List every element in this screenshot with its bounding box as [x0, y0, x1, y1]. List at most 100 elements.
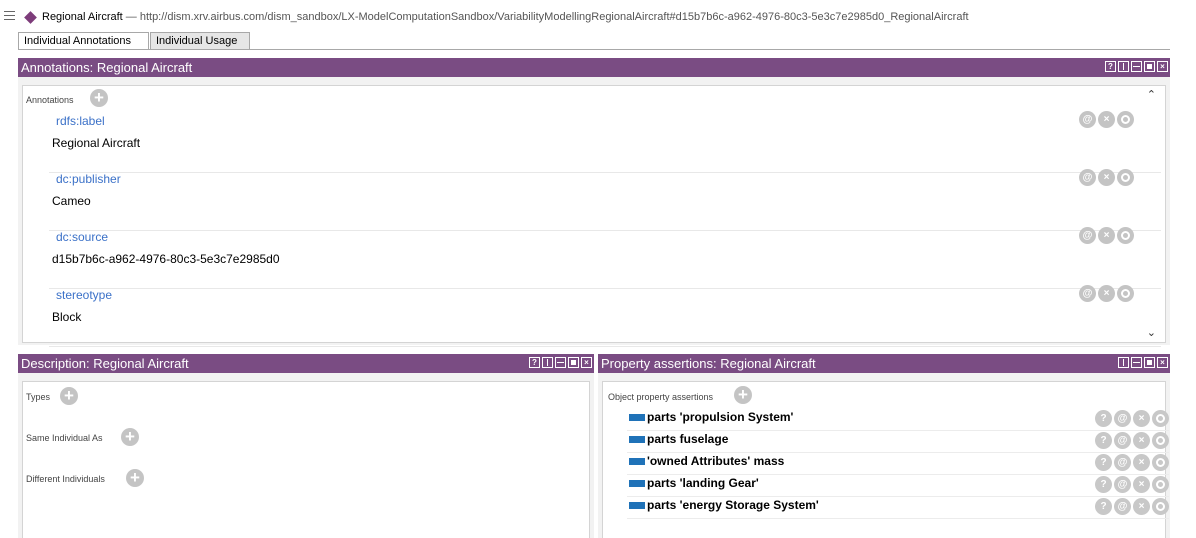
maximize-icon[interactable]: [568, 357, 579, 368]
close-icon[interactable]: ×: [581, 357, 592, 368]
edit-icon[interactable]: [1152, 498, 1169, 515]
annotation-actions: @ ×: [1079, 227, 1134, 244]
edit-icon[interactable]: [1152, 454, 1169, 471]
object-property-row: parts 'propulsion System' ? @ ×: [627, 408, 1169, 431]
assertion-actions: ? @ ×: [1095, 432, 1169, 449]
delete-icon[interactable]: ×: [1098, 285, 1115, 302]
delete-icon[interactable]: ×: [1133, 454, 1150, 471]
tab-divider: [18, 49, 1170, 50]
view-title: Annotations: Regional Aircraft: [21, 60, 193, 75]
annotate-icon[interactable]: @: [1079, 227, 1096, 244]
delete-icon[interactable]: ×: [1133, 410, 1150, 427]
edit-icon[interactable]: [1152, 432, 1169, 449]
split-vertical-icon[interactable]: [1118, 61, 1129, 72]
annotation-property[interactable]: dc:source: [56, 230, 108, 244]
property-assertions-body: Object property assertions + parts 'prop…: [602, 381, 1169, 538]
add-annotation-icon[interactable]: +: [90, 89, 108, 107]
add-same-individual-icon[interactable]: +: [121, 428, 139, 446]
close-icon[interactable]: ×: [1157, 357, 1168, 368]
annotation-property[interactable]: stereotype: [56, 288, 112, 302]
description-view: Description: Regional Aircraft ? × Types…: [18, 354, 594, 538]
explain-icon[interactable]: ?: [1095, 476, 1112, 493]
maximize-icon[interactable]: [1144, 357, 1155, 368]
object-property-row: parts 'energy Storage System' ? @ ×: [627, 496, 1169, 519]
split-horizontal-icon[interactable]: [1131, 357, 1142, 368]
annotate-icon[interactable]: @: [1114, 410, 1131, 427]
annotate-icon[interactable]: @: [1114, 432, 1131, 449]
scroll-down-icon[interactable]: ⌄: [1147, 326, 1156, 339]
individual-iri: — http://dism.xrv.airbus.com/dism_sandbo…: [125, 11, 969, 23]
annotate-icon[interactable]: @: [1114, 498, 1131, 515]
object-property-assertion[interactable]: 'owned Attributes' mass: [647, 454, 784, 468]
split-vertical-icon[interactable]: [1118, 357, 1129, 368]
view-title: Property assertions: Regional Aircraft: [601, 356, 816, 371]
scroll-up-icon[interactable]: ⌃: [1147, 88, 1156, 101]
object-property-row: parts 'landing Gear' ? @ ×: [627, 474, 1169, 497]
annotation-property[interactable]: dc:publisher: [56, 172, 121, 186]
delete-icon[interactable]: ×: [1133, 432, 1150, 449]
split-horizontal-icon[interactable]: [1131, 61, 1142, 72]
annotate-icon[interactable]: @: [1079, 285, 1096, 302]
view-buttons: ? ×: [529, 357, 592, 370]
annotation-actions: @ ×: [1079, 111, 1134, 128]
explain-icon[interactable]: ?: [1095, 432, 1112, 449]
annotate-icon[interactable]: @: [1114, 476, 1131, 493]
tab-individual-usage[interactable]: Individual Usage: [150, 32, 250, 50]
assertion-actions: ? @ ×: [1095, 476, 1169, 493]
explain-icon[interactable]: ?: [1095, 498, 1112, 515]
add-object-property-icon[interactable]: +: [734, 386, 752, 404]
tab-individual-annotations[interactable]: Individual Annotations: [18, 32, 149, 50]
delete-icon[interactable]: ×: [1098, 227, 1115, 244]
annotation-actions: @ ×: [1079, 285, 1134, 302]
add-type-icon[interactable]: +: [60, 387, 78, 405]
view-buttons: ×: [1118, 357, 1168, 370]
annotation-property[interactable]: rdfs:label: [56, 114, 105, 128]
edit-icon[interactable]: [1152, 476, 1169, 493]
annotation-row: dc:source d15b7b6c-a962-4976-80c3-5e3c7e…: [49, 230, 1161, 289]
edit-icon[interactable]: [1117, 111, 1134, 128]
view-title: Description: Regional Aircraft: [21, 356, 189, 371]
edit-icon[interactable]: [1117, 285, 1134, 302]
object-property-assertion[interactable]: parts 'energy Storage System': [647, 498, 819, 512]
different-individuals-label: Different Individuals: [26, 474, 105, 484]
individual-title: Regional Aircraft — http://dism.xrv.airb…: [42, 11, 969, 23]
split-horizontal-icon[interactable]: [555, 357, 566, 368]
view-header: Property assertions: Regional Aircraft ×: [598, 354, 1170, 373]
annotations-section-label: Annotations: [26, 95, 74, 105]
description-body: Types + Same Individual As + Different I…: [22, 381, 590, 538]
split-vertical-icon[interactable]: [542, 357, 553, 368]
annotate-icon[interactable]: @: [1114, 454, 1131, 471]
annotations-body: Annotations + ⌃ rdfs:label Regional Airc…: [22, 85, 1166, 347]
view-buttons: ? ×: [1105, 61, 1168, 74]
edit-icon[interactable]: [1117, 169, 1134, 186]
object-property-assertion[interactable]: parts fuselage: [647, 432, 728, 446]
delete-icon[interactable]: ×: [1133, 476, 1150, 493]
maximize-icon[interactable]: [1144, 61, 1155, 72]
explain-icon[interactable]: ?: [1095, 454, 1112, 471]
annotation-row: stereotype Block: [49, 288, 1161, 347]
annotate-icon[interactable]: @: [1079, 169, 1096, 186]
menu-icon[interactable]: [4, 11, 15, 20]
object-property-assertion[interactable]: parts 'landing Gear': [647, 476, 759, 490]
help-icon[interactable]: ?: [529, 357, 540, 368]
annotation-value: Regional Aircraft: [52, 136, 141, 150]
edit-icon[interactable]: [1152, 410, 1169, 427]
assertion-actions: ? @ ×: [1095, 454, 1169, 471]
annotation-actions: @ ×: [1079, 169, 1134, 186]
edit-icon[interactable]: [1117, 227, 1134, 244]
help-icon[interactable]: ?: [1105, 61, 1116, 72]
delete-icon[interactable]: ×: [1133, 498, 1150, 515]
annotation-value: Block: [52, 310, 82, 324]
annotate-icon[interactable]: @: [1079, 111, 1096, 128]
object-property-assertion[interactable]: parts 'propulsion System': [647, 410, 793, 424]
annotations-view: Annotations: Regional Aircraft ? × Annot…: [18, 58, 1170, 347]
delete-icon[interactable]: ×: [1098, 111, 1115, 128]
object-property-row: 'owned Attributes' mass ? @ ×: [627, 452, 1169, 475]
object-property-icon: [629, 502, 645, 509]
add-different-individual-icon[interactable]: +: [126, 469, 144, 487]
delete-icon[interactable]: ×: [1098, 169, 1115, 186]
individual-diamond-icon: [24, 11, 37, 24]
close-icon[interactable]: ×: [1157, 61, 1168, 72]
property-assertions-view: Property assertions: Regional Aircraft ×…: [598, 354, 1170, 538]
explain-icon[interactable]: ?: [1095, 410, 1112, 427]
